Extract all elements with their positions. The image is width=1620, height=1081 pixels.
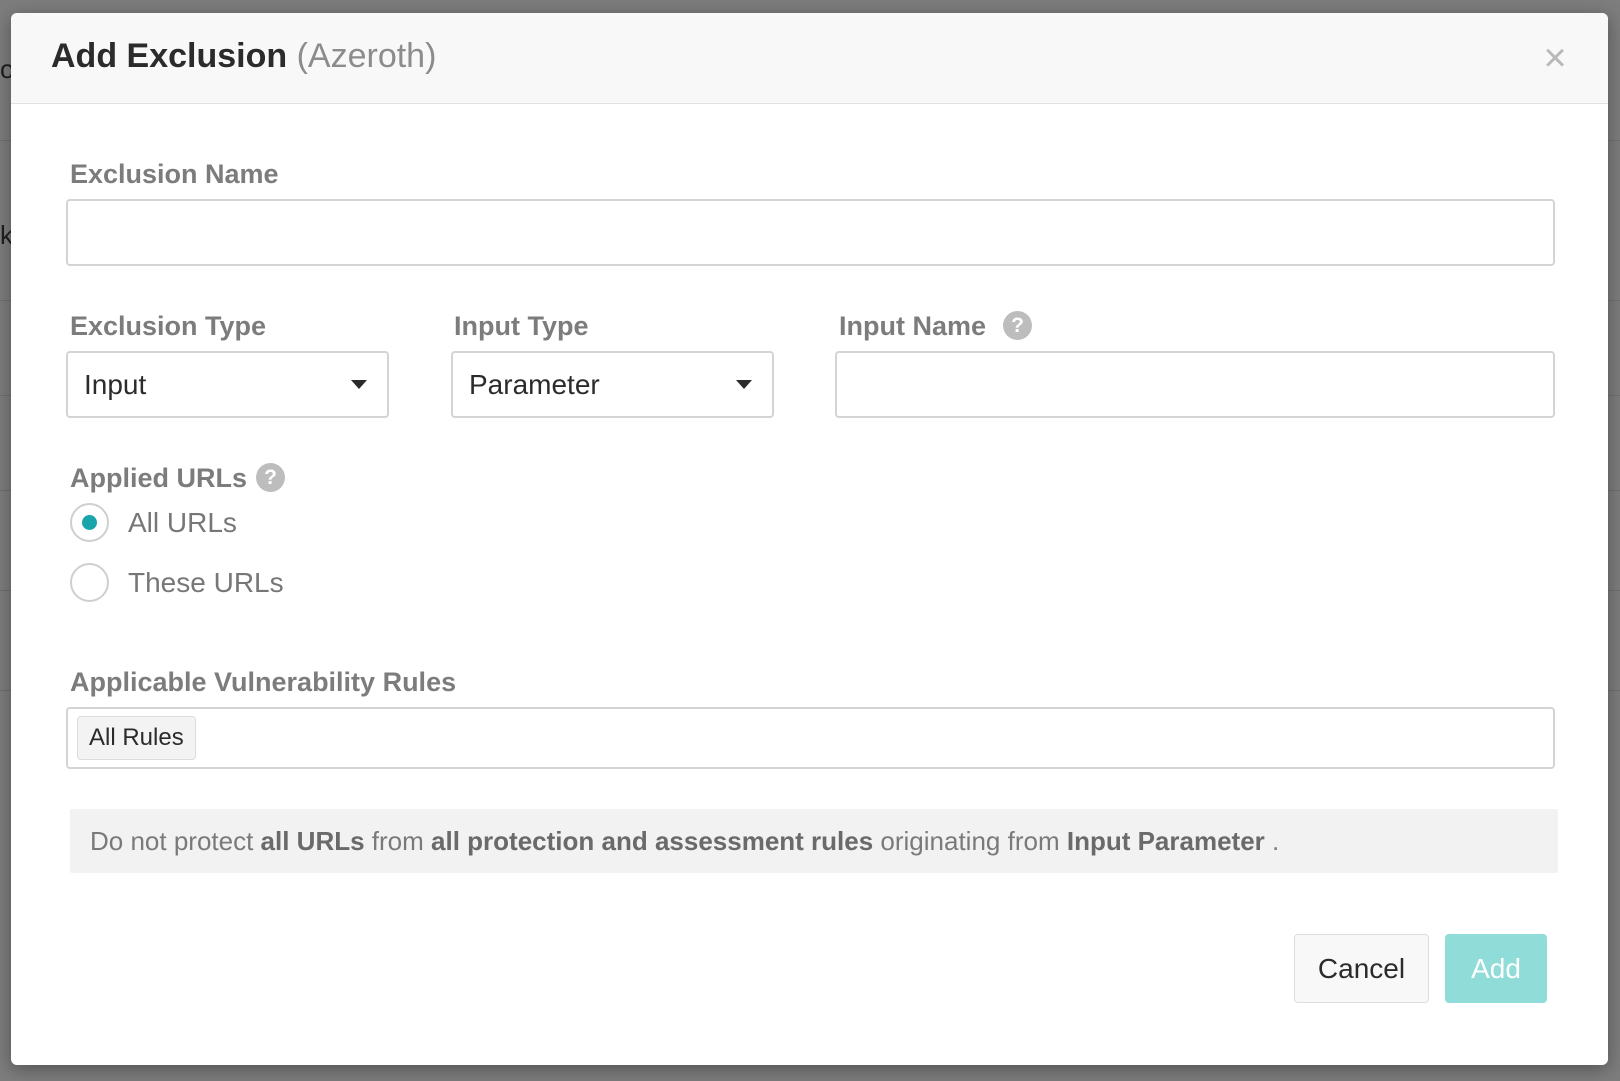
summary-bold: all protection and assessment rules <box>431 826 874 856</box>
input-type-select[interactable]: Parameter <box>451 351 774 418</box>
dialog-title-main: Add Exclusion <box>51 37 288 75</box>
caret-down-icon <box>736 380 752 389</box>
radio-these-urls[interactable]: These URLs <box>70 563 330 603</box>
close-icon[interactable]: × <box>1538 38 1572 78</box>
summary-text: originating from <box>873 826 1067 856</box>
exclusion-name-label: Exclusion Name <box>70 159 279 189</box>
cancel-button[interactable]: Cancel <box>1294 934 1429 1003</box>
exclusion-name-input[interactable] <box>66 199 1555 266</box>
add-button[interactable]: Add <box>1445 934 1547 1003</box>
dialog-title-app: (Azeroth) <box>296 37 437 75</box>
summary-text: . <box>1264 826 1280 856</box>
help-icon[interactable]: ? <box>256 463 285 492</box>
input-name-input[interactable] <box>835 351 1555 418</box>
radio-dot <box>82 515 97 530</box>
add-exclusion-dialog: Add Exclusion (Azeroth) × Exclusion Name… <box>11 13 1608 1065</box>
summary-bold: all URLs <box>260 826 365 856</box>
summary-text: from <box>364 826 432 856</box>
caret-down-icon <box>351 380 367 389</box>
input-type-value: Parameter <box>469 369 600 400</box>
rule-tag[interactable]: All Rules <box>77 716 196 760</box>
radio-unchecked-icon[interactable] <box>70 563 109 602</box>
radio-all-urls[interactable]: All URLs <box>70 503 330 543</box>
dialog-title: Add Exclusion (Azeroth) <box>51 37 436 76</box>
vulnerability-rules-label: Applicable Vulnerability Rules <box>70 667 457 697</box>
exclusion-type-select[interactable]: Input <box>66 351 389 418</box>
input-name-label: Input Name <box>839 311 987 341</box>
summary-bold: Input Parameter <box>1066 826 1265 856</box>
summary-text: Do not protect <box>90 826 261 856</box>
radio-checked-icon[interactable] <box>70 503 109 542</box>
applied-urls-label: Applied URLs <box>70 463 248 493</box>
help-icon[interactable]: ? <box>1003 311 1032 340</box>
exclusion-type-value: Input <box>84 369 147 400</box>
input-type-label: Input Type <box>454 311 589 341</box>
vulnerability-rules-input[interactable]: All Rules <box>66 707 1555 769</box>
radio-these-urls-label: These URLs <box>128 567 284 598</box>
exclusion-summary: Do not protect all URLs from all protect… <box>70 809 1558 873</box>
radio-all-urls-label: All URLs <box>128 507 237 538</box>
dialog-header: Add Exclusion (Azeroth) × <box>11 13 1608 104</box>
exclusion-type-label: Exclusion Type <box>70 311 267 341</box>
